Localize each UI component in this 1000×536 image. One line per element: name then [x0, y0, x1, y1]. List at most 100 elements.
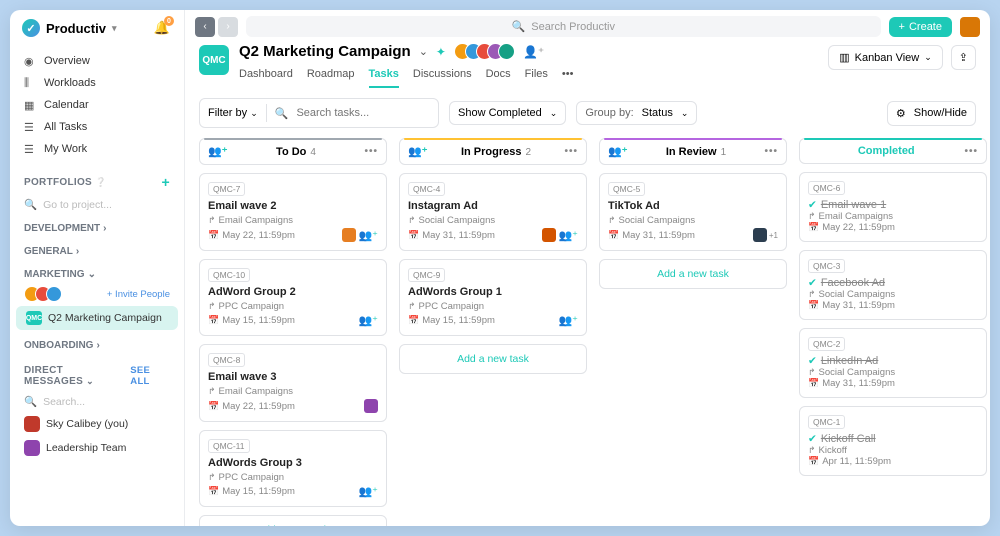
task-card[interactable]: QMC-8Email wave 3↱Email Campaigns📅May 22…	[199, 344, 387, 422]
tab-files[interactable]: Files	[525, 64, 548, 88]
tab-tasks[interactable]: Tasks	[369, 64, 399, 88]
assignees[interactable]	[364, 399, 378, 413]
card-parent: ↱Kickoff	[808, 445, 978, 456]
more-icon[interactable]: •••	[564, 146, 578, 157]
column-header[interactable]: 👥⁺ In Progress2 •••	[399, 138, 587, 165]
show-completed-toggle[interactable]: Show Completed⌄	[449, 101, 566, 125]
dm-see-all[interactable]: See all	[130, 365, 170, 387]
label: Group by:	[585, 107, 633, 119]
invite-people-link[interactable]: + Invite People	[107, 289, 170, 300]
card-id: QMC-10	[208, 268, 250, 282]
plus-icon: +	[899, 21, 905, 33]
task-card[interactable]: QMC-4Instagram Ad↱Social Campaigns📅May 3…	[399, 173, 587, 251]
more-icon[interactable]: •••	[964, 146, 978, 157]
dm-header[interactable]: DIRECT MESSAGES⌄ See all	[10, 355, 184, 391]
kanban-board: 👥⁺ To Do4 ••• QMC-7Email wave 2↱Email Ca…	[185, 138, 990, 526]
tab-docs[interactable]: Docs	[486, 64, 511, 88]
add-assignee-icon[interactable]: 👥⁺	[558, 229, 578, 242]
group-development[interactable]: DEVELOPMENT›	[10, 215, 184, 238]
task-card[interactable]: QMC-3✔Facebook Ad↱Social Campaigns📅May 3…	[799, 250, 987, 320]
group-marketing[interactable]: MARKETING⌄	[10, 261, 184, 284]
column-header[interactable]: 👥⁺ To Do4 •••	[199, 138, 387, 165]
tab-roadmap[interactable]: Roadmap	[307, 64, 355, 88]
add-assignee-icon[interactable]: 👥⁺	[558, 314, 578, 327]
nav-workloads[interactable]: ⫼Workloads	[10, 72, 184, 94]
more-icon[interactable]: •••	[764, 146, 778, 157]
more-icon[interactable]: •••	[364, 146, 378, 157]
dm-search[interactable]: 🔍Search...	[10, 391, 184, 412]
task-card[interactable]: QMC-7Email wave 2↱Email Campaigns📅May 22…	[199, 173, 387, 251]
tab-more[interactable]: •••	[562, 64, 574, 88]
app-logo[interactable]: ✓ Productiv ▾ 🔔0	[10, 10, 184, 46]
assignees[interactable]: 👥⁺	[358, 485, 378, 498]
global-search[interactable]: 🔍Search Productiv	[246, 16, 881, 37]
chevron-down-icon[interactable]: ⌄	[419, 45, 428, 58]
group-onboarding[interactable]: ONBOARDING›	[10, 332, 184, 355]
forward-button[interactable]: ›	[218, 17, 238, 37]
task-card[interactable]: QMC-2✔LinkedIn Ad↱Social Campaigns📅May 3…	[799, 328, 987, 398]
portfolios-header[interactable]: PORTFOLIOS ❔ +	[10, 164, 184, 194]
add-portfolio-icon[interactable]: +	[162, 174, 170, 190]
notification-bell-icon[interactable]: 🔔0	[152, 18, 172, 38]
create-button[interactable]: + Create	[889, 17, 952, 37]
nav-overview[interactable]: ◉Overview	[10, 50, 184, 72]
group-general[interactable]: GENERAL›	[10, 238, 184, 261]
task-card[interactable]: QMC-9AdWords Group 1↱PPC Campaign📅May 15…	[399, 259, 587, 336]
task-card[interactable]: QMC-10AdWord Group 2↱PPC Campaign📅May 15…	[199, 259, 387, 336]
branch-icon: ↱	[808, 367, 816, 378]
project-members[interactable]	[454, 43, 509, 60]
view-select[interactable]: ▥Kanban View⌄	[828, 45, 943, 70]
add-assignee-icon[interactable]: 👥⁺	[358, 229, 378, 242]
avatar	[24, 416, 40, 432]
branch-icon: ↱	[408, 301, 416, 312]
label: Workloads	[44, 77, 96, 89]
assignees[interactable]: +1	[753, 228, 778, 242]
nav-calendar[interactable]: ▦Calendar	[10, 94, 184, 116]
filter-by-button[interactable]: Filter by ⌄	[208, 107, 258, 119]
chevron-down-icon: ⌄	[86, 376, 94, 386]
share-button[interactable]: ⇪	[951, 45, 976, 70]
card-date: 📅May 31, 11:59pm	[408, 230, 495, 241]
assignees[interactable]: 👥⁺	[542, 228, 578, 242]
tab-dashboard[interactable]: Dashboard	[239, 64, 293, 88]
primary-nav: ◉Overview ⫼Workloads ▦Calendar ☰All Task…	[10, 46, 184, 164]
sidebar: ✓ Productiv ▾ 🔔0 ◉Overview ⫼Workloads ▦C…	[10, 10, 185, 526]
dm-leadership-team[interactable]: Leadership Team	[10, 436, 184, 460]
count: 2	[525, 147, 531, 158]
assignees[interactable]: 👥⁺	[558, 314, 578, 327]
add-assignee-icon[interactable]: 👥⁺	[358, 485, 378, 498]
nav-my-work[interactable]: ☰My Work	[10, 138, 184, 160]
current-user-avatar[interactable]	[960, 17, 980, 37]
label: Show Completed	[458, 107, 542, 119]
task-card[interactable]: QMC-5TikTok Ad↱Social Campaigns📅May 31, …	[599, 173, 787, 251]
back-button[interactable]: ‹	[195, 17, 215, 37]
sparkle-icon[interactable]: ✦	[436, 45, 446, 59]
label: Create	[909, 21, 942, 33]
task-card[interactable]: QMC-11AdWords Group 3↱PPC Campaign📅May 1…	[199, 430, 387, 507]
add-task-button[interactable]: Add a new task	[599, 259, 787, 289]
share-icon: ⇪	[959, 51, 968, 64]
sidebar-project-q2-marketing[interactable]: QMC Q2 Marketing Campaign	[16, 306, 178, 330]
avatar	[542, 228, 556, 242]
add-task-button[interactable]: Add a new task	[199, 515, 387, 526]
card-date: 📅May 22, 11:59pm	[208, 230, 295, 241]
card-id: QMC-9	[408, 268, 445, 282]
add-assignee-icon[interactable]: 👥⁺	[358, 314, 378, 327]
show-hide-columns[interactable]: ⚙Show/Hide	[887, 101, 976, 126]
task-card[interactable]: QMC-6✔Email wave 1↱Email Campaigns📅May 2…	[799, 172, 987, 242]
tab-discussions[interactable]: Discussions	[413, 64, 472, 88]
assignees[interactable]: 👥⁺	[342, 228, 378, 242]
column-header[interactable]: Completed •••	[799, 138, 987, 164]
add-member-icon[interactable]: 👤⁺	[523, 45, 544, 59]
task-card[interactable]: QMC-1✔Kickoff Call↱Kickoff📅Apr 11, 11:59…	[799, 406, 987, 476]
group-by-select[interactable]: Group by: Status⌄	[576, 101, 697, 125]
dm-user-sky[interactable]: Sky Calibey (you)	[10, 412, 184, 436]
nav-all-tasks[interactable]: ☰All Tasks	[10, 116, 184, 138]
branch-icon: ↱	[208, 386, 216, 397]
column-header[interactable]: 👥⁺ In Review1 •••	[599, 138, 787, 165]
assignees[interactable]: 👥⁺	[358, 314, 378, 327]
search-tasks-input[interactable]	[296, 107, 396, 119]
card-id: QMC-7	[208, 182, 245, 196]
add-task-button[interactable]: Add a new task	[399, 344, 587, 374]
portfolio-search[interactable]: 🔍Go to project...	[10, 194, 184, 215]
